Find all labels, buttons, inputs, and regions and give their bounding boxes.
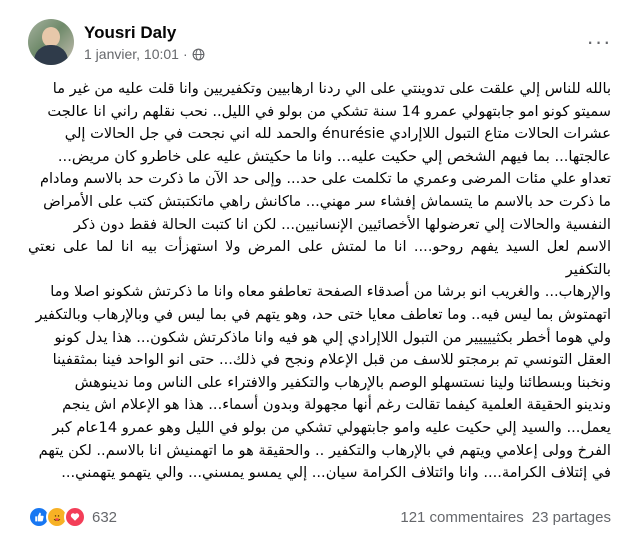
post-text-line: العقل التونسي تم برمجتو للاسف من قبل الإ… bbox=[52, 351, 611, 369]
post-text-line: عالجتها... بما فيهم الشخص إلي حكيت عليه.… bbox=[57, 147, 611, 165]
care-face-icon bbox=[53, 515, 61, 522]
post-text-line: النفسية والحالات إلي تعرضولها الأخصائيين… bbox=[73, 215, 611, 233]
post-meta: Yousri Daly 1 janvier, 10:01 · bbox=[84, 22, 205, 62]
post-text-line: ونخبنا وبسطائنا ولينا نستسهلو الوصم بالإ… bbox=[74, 373, 611, 391]
post-text-line: اتهمتوش بما ليس فيه.. وما تعاطف معايا خت… bbox=[35, 305, 612, 323]
facebook-post: Yousri Daly 1 janvier, 10:01 · ··· بالله… bbox=[0, 0, 633, 546]
avatar[interactable] bbox=[28, 19, 74, 65]
avatar-face bbox=[42, 27, 60, 47]
post-text-line: يعمل... والسيد إلي حكيت عليه وامو جابتهو… bbox=[52, 418, 611, 436]
love-reaction-icon bbox=[64, 506, 86, 528]
reactions-summary[interactable]: 632 bbox=[28, 506, 117, 528]
reaction-count: 632 bbox=[92, 508, 118, 526]
engagement-stats: 121 commentaires 23 partages bbox=[400, 509, 611, 526]
post-text-line: الفرخ وولى إعلامي ويتهم في بالإرهاب والت… bbox=[38, 441, 611, 459]
post-subline: 1 janvier, 10:01 · bbox=[84, 46, 205, 62]
post-text-line: والإرهاب... والغريب انو برشا من أصدقاء ا… bbox=[50, 283, 611, 301]
post-text-line: سميتو كونو امو جابتهولي عمرو 14 سنة تشكي… bbox=[47, 102, 611, 120]
post-text-line: بالله للناس إلي علقت على تدوينتي على الي… bbox=[52, 80, 611, 97]
post-text-line: وندينو الحقيقة العلمية كيفما تقالت رغم أ… bbox=[62, 396, 611, 414]
post-text-line: عشرات الحالات متاع التبول اللاإرادي énur… bbox=[64, 125, 611, 143]
avatar-body bbox=[34, 45, 68, 65]
post-footer: 632 121 commentaires 23 partages bbox=[28, 503, 611, 531]
author-name[interactable]: Yousri Daly bbox=[84, 22, 205, 43]
post-text-line: في إئتلاف الكرامة.... وانا وائتلاف الكرا… bbox=[61, 464, 611, 482]
post-timestamp[interactable]: 1 janvier, 10:01 bbox=[84, 46, 179, 62]
post-text-line: ما ذكرت حد بالاسم ما يتسماش إفشاء سر مهن… bbox=[43, 192, 611, 210]
post-text-line: ولي هوما أخطر بكثييييير من التبول اللاإر… bbox=[54, 328, 611, 346]
post-text: بالله للناس إلي علقت على تدوينتي على الي… bbox=[28, 78, 611, 485]
separator-dot: · bbox=[182, 46, 188, 62]
heart-icon bbox=[70, 513, 80, 521]
thumbs-up-icon bbox=[35, 512, 44, 522]
globe-icon[interactable] bbox=[192, 48, 205, 61]
shares-count-link[interactable]: 23 partages bbox=[532, 509, 611, 526]
post-text-line: الاسم لعل السيد يفهم روحو.... انا ما لمت… bbox=[28, 238, 611, 278]
post-text-line: تعداو علي مئات المرضى وعمري ما تكلمت على… bbox=[39, 170, 611, 188]
comments-count-link[interactable]: 121 commentaires bbox=[400, 509, 523, 526]
more-options-icon[interactable]: ··· bbox=[581, 24, 617, 60]
post-header: Yousri Daly 1 janvier, 10:01 · ··· bbox=[28, 16, 617, 68]
